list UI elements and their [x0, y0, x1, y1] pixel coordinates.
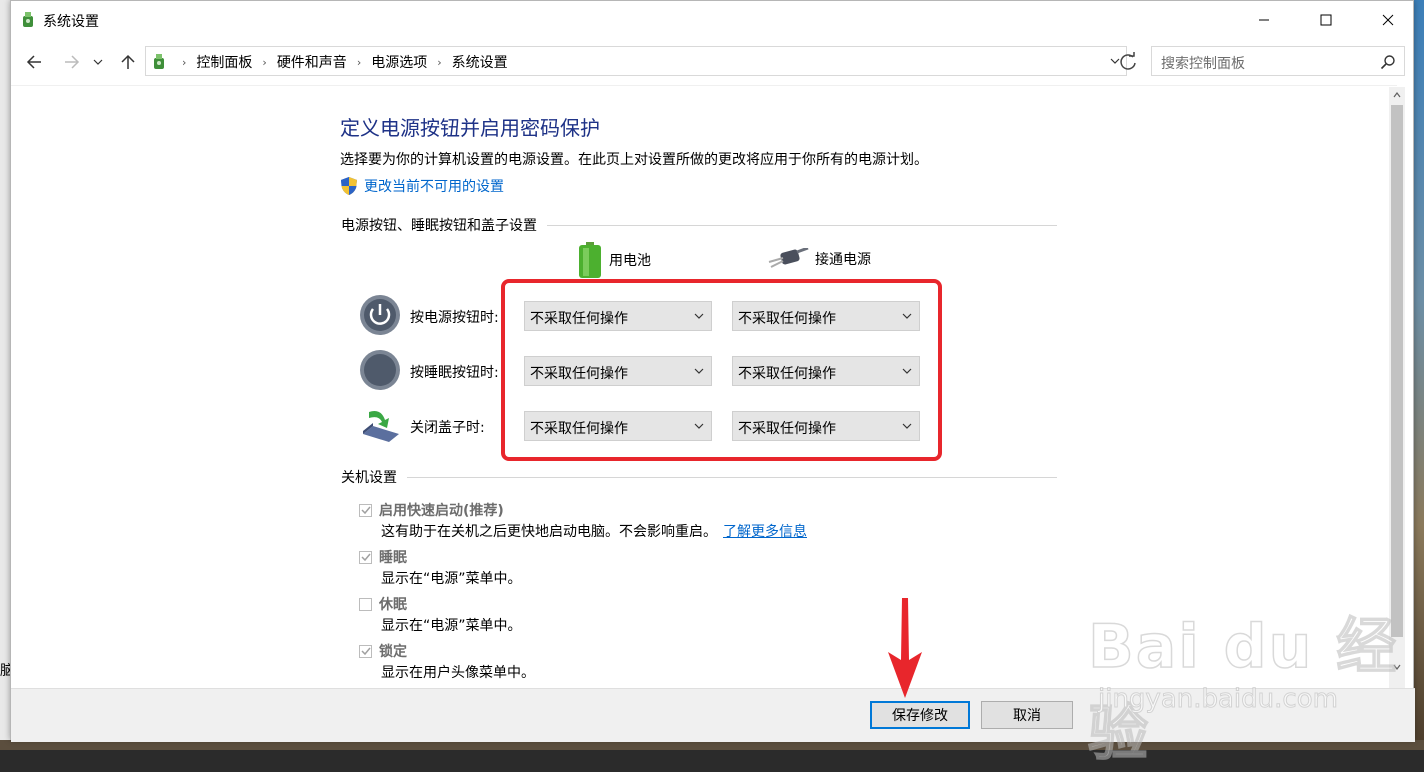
- search-icon[interactable]: [1380, 54, 1396, 70]
- minimize-icon: [1259, 19, 1269, 21]
- sleep-option[interactable]: 睡眠: [359, 547, 407, 567]
- shutdown-section-heading: 关机设置: [341, 467, 1057, 487]
- minimize-button[interactable]: [1241, 1, 1287, 39]
- recent-locations-button[interactable]: [89, 49, 107, 75]
- laptop-lid-icon: [363, 411, 399, 442]
- sleep-button-icon: [360, 350, 400, 390]
- annotation-arrow-icon: [888, 598, 922, 698]
- title-bar: 系统设置: [11, 1, 1413, 39]
- power-plug-icon: [768, 248, 809, 268]
- breadcrumb-power-options[interactable]: 电源选项: [371, 52, 427, 72]
- chevron-right-icon[interactable]: ›: [262, 56, 266, 69]
- fast-startup-desc-text: 这有助于在关机之后更快地启动电脑。不会影响重启。: [381, 524, 717, 540]
- page-description: 选择要为你的计算机设置的电源设置。在此页上对设置所做的更改将应用于你所有的电源计…: [340, 152, 928, 168]
- desktop-background-right: [1414, 0, 1424, 750]
- chevron-right-icon[interactable]: ›: [437, 56, 441, 69]
- lock-checkbox[interactable]: [359, 644, 372, 658]
- column-header-plugged: 接通电源: [767, 248, 871, 270]
- hibernate-description: 显示在“电源”菜单中。: [381, 618, 522, 634]
- chevron-right-icon[interactable]: ›: [357, 56, 361, 69]
- annotation-highlight-box: [501, 279, 942, 461]
- power-button-icon: [360, 295, 400, 335]
- address-bar[interactable]: › 控制面板 › 硬件和声音 › 电源选项 › 系统设置: [145, 46, 1127, 76]
- checkmark-icon: [360, 647, 371, 656]
- chevron-up-icon: [1393, 92, 1401, 98]
- lid-close-label: 关闭盖子时:: [410, 420, 485, 436]
- lock-description: 显示在用户头像菜单中。: [381, 665, 535, 681]
- up-arrow-icon: [121, 54, 135, 69]
- change-settings-link-text[interactable]: 更改当前不可用的设置: [364, 176, 504, 196]
- desktop-background-left: [0, 0, 10, 750]
- fast-startup-description: 这有助于在关机之后更快地启动电脑。不会影响重启。 了解更多信息: [381, 521, 807, 541]
- search-input[interactable]: 搜索控制面板: [1151, 46, 1405, 76]
- breadcrumb: › 控制面板 › 硬件和声音 › 电源选项 › 系统设置: [172, 52, 508, 72]
- up-button[interactable]: [115, 49, 141, 75]
- battery-column-label: 用电池: [609, 253, 651, 269]
- cancel-button[interactable]: 取消: [981, 701, 1073, 729]
- breadcrumb-control-panel[interactable]: 控制面板: [196, 52, 252, 72]
- breadcrumb-system-settings[interactable]: 系统设置: [452, 52, 508, 72]
- hibernate-checkbox[interactable]: [359, 597, 372, 611]
- section-divider: [547, 224, 1057, 226]
- back-button[interactable]: [21, 49, 47, 75]
- back-arrow-icon: [26, 55, 41, 69]
- close-button[interactable]: [1365, 1, 1411, 39]
- page-title: 定义电源按钮并启用密码保护: [340, 116, 600, 140]
- fast-startup-option[interactable]: 启用快速启动(推荐): [359, 500, 504, 520]
- scroll-up-button[interactable]: [1389, 87, 1405, 103]
- forward-arrow-icon: [65, 55, 80, 69]
- search-placeholder: 搜索控制面板: [1161, 56, 1245, 72]
- lock-option[interactable]: 锁定: [359, 641, 407, 661]
- lock-label: 锁定: [379, 644, 407, 660]
- checkmark-icon: [360, 553, 371, 562]
- buttons-section-title: 电源按钮、睡眠按钮和盖子设置: [341, 218, 537, 234]
- sleep-label: 睡眠: [379, 550, 407, 566]
- buttons-section-heading: 电源按钮、睡眠按钮和盖子设置: [341, 215, 1057, 235]
- control-panel-icon: [23, 12, 33, 27]
- navigation-bar: › 控制面板 › 硬件和声音 › 电源选项 › 系统设置 搜索控制面板: [11, 39, 1413, 85]
- scrollbar-thumb[interactable]: [1391, 105, 1403, 637]
- plugged-column-label: 接通电源: [815, 252, 871, 268]
- window-title: 系统设置: [43, 14, 99, 30]
- chevron-down-icon: [93, 59, 103, 65]
- section-divider: [407, 476, 1057, 478]
- maximize-icon: [1320, 14, 1332, 26]
- watermark-url: jingyan.baidu.com: [1098, 684, 1339, 715]
- change-unavailable-settings-link[interactable]: 更改当前不可用的设置: [340, 176, 504, 196]
- shutdown-section-title: 关机设置: [341, 470, 397, 486]
- fast-startup-label: 启用快速启动(推荐): [379, 503, 504, 519]
- chevron-right-icon: ›: [182, 55, 187, 69]
- close-icon: [1382, 14, 1394, 26]
- refresh-icon[interactable]: [1117, 51, 1139, 73]
- sleep-description: 显示在“电源”菜单中。: [381, 571, 522, 587]
- watermark: Bai du 经验 jingyan.baidu.com: [1087, 598, 1414, 770]
- checkmark-icon: [360, 506, 371, 515]
- hibernate-label: 休眠: [379, 597, 407, 613]
- column-header-battery: 用电池: [577, 242, 651, 278]
- hibernate-option[interactable]: 休眠: [359, 594, 407, 614]
- fast-startup-checkbox[interactable]: [359, 503, 372, 517]
- maximize-button[interactable]: [1303, 1, 1349, 39]
- sleep-checkbox[interactable]: [359, 550, 372, 564]
- breadcrumb-hardware-sound[interactable]: 硬件和声音: [277, 52, 347, 72]
- uac-shield-icon: [341, 177, 357, 195]
- save-changes-button[interactable]: 保存修改: [870, 701, 970, 729]
- learn-more-link[interactable]: 了解更多信息: [723, 524, 807, 540]
- battery-icon: [579, 242, 601, 278]
- forward-button[interactable]: [59, 49, 85, 75]
- power-button-label: 按电源按钮时:: [410, 310, 499, 326]
- sleep-button-label: 按睡眠按钮时:: [410, 365, 499, 381]
- control-panel-icon: [154, 54, 164, 69]
